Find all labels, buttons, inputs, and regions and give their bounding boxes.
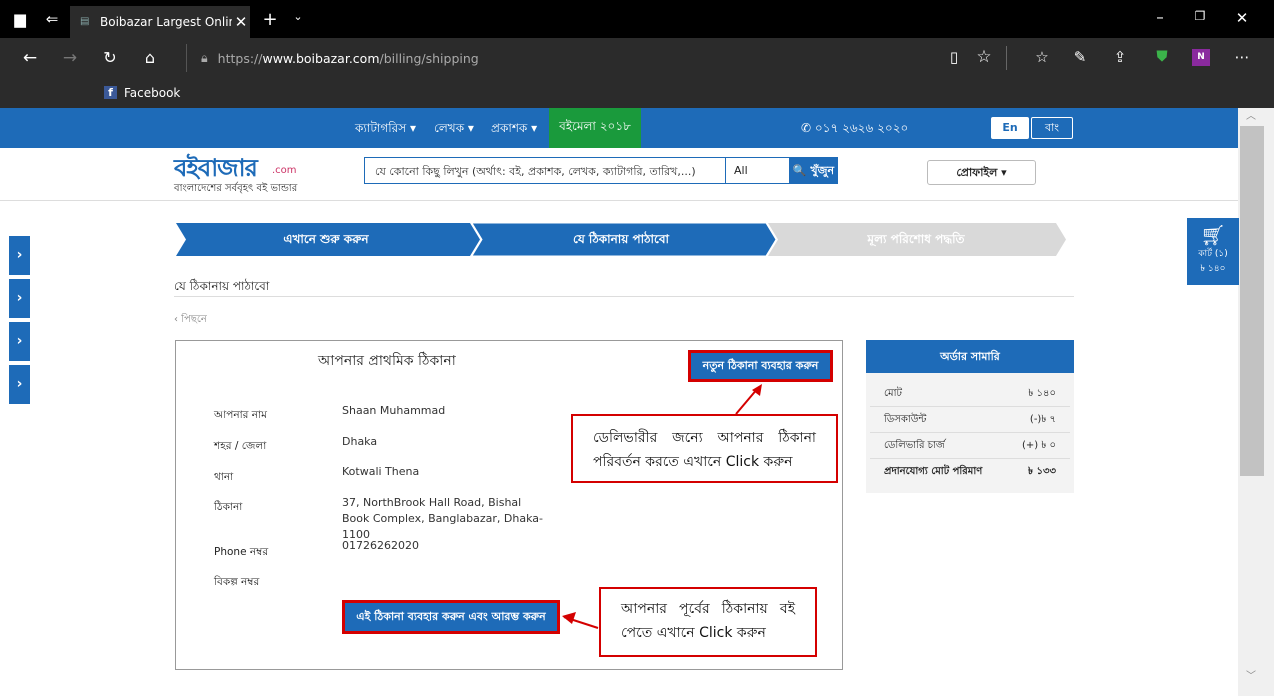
section-divider (174, 296, 1074, 297)
summary-row-delivery: ডেলিভারি চার্জ (+) ৳ ০ (870, 434, 1070, 459)
step-3-label[interactable]: মূল্য পরিশোধ পদ্ধতি (796, 223, 1036, 256)
site-tagline: বাংলাদেশের সর্ববৃহৎ বই ভান্ডার (174, 183, 298, 194)
site-favicon-icon: ▤ (80, 16, 90, 27)
search-category-select[interactable]: All (725, 157, 790, 184)
summary-row-discount: ডিসকাউন্ট (-)৳ ৭ (870, 408, 1070, 433)
site-top-nav: ক্যাটাগরিস ▾ লেখক ▾ প্রকাশক ▾ বইমেলা ২০১… (0, 108, 1238, 148)
summary-row-label: ডিসকাউন্ট (884, 413, 927, 425)
address-bar: ← → ↻ ⌂ 🔒︎ https://www.boibazar.com/bill… (0, 38, 1274, 78)
web-note-pen-icon[interactable]: ✎ (1070, 48, 1090, 66)
use-address-callout: আপনার পূর্বের ঠিকানায় বই পেতে এখানে Cli… (599, 587, 817, 657)
address-value: 37, NorthBrook Hall Road, Bishal Book Co… (342, 496, 543, 541)
close-tab-icon[interactable]: ✕ (232, 13, 250, 31)
new-tab-icon[interactable]: + (260, 9, 280, 30)
summary-row-payable: প্রদানযোগ্য মোট পরিমাণ ৳ ১৩৩ (870, 460, 1070, 485)
cart-label: কার্ট (১) (1198, 249, 1228, 259)
favorites-hub-icon[interactable]: ☆ (1032, 48, 1052, 66)
browser-tab-bar: ▆ ⇐ ▤ Boibazar Largest Online ✕ + ⌄ – ❐ … (0, 0, 1274, 38)
minimize-icon[interactable]: – (1150, 8, 1170, 26)
reading-view-icon[interactable]: ▯ (944, 48, 964, 66)
onenote-extension-icon[interactable]: N (1192, 49, 1210, 66)
step-1-label[interactable]: এখানে শুরু করুন (206, 223, 446, 256)
profile-dropdown-button[interactable]: প্রোফাইল ▾ (927, 160, 1036, 185)
summary-row-value: ৳ ১৪০ (1028, 387, 1056, 399)
more-options-icon[interactable]: ⋯ (1232, 48, 1252, 66)
side-tab-3-chevron-icon[interactable]: › (9, 322, 30, 361)
url-path: /billing/shipping (379, 50, 479, 66)
phone-value: 01726262020 (342, 539, 419, 552)
cart-amount: ৳ ১৪০ (1200, 264, 1226, 274)
lock-icon: 🔒︎ (201, 50, 208, 65)
close-window-icon[interactable]: ✕ (1232, 9, 1252, 27)
refresh-icon[interactable]: ↻ (100, 48, 120, 67)
summary-row-value: (-)৳ ৭ (1029, 413, 1056, 425)
step-2-label[interactable]: যে ঠিকানায় পাঠাবো (501, 223, 741, 256)
back-link[interactable]: ‹ পিছনে (174, 312, 207, 329)
use-this-address-button[interactable]: এই ঠিকানা ব্যবহার করুন এবং আরম্ভ করুন (342, 600, 560, 634)
lang-en-button[interactable]: En (991, 117, 1029, 139)
nav-boimela[interactable]: বইমেলা ২০১৮ (549, 108, 641, 148)
use-new-address-button[interactable]: নতুন ঠিকানা ব্যবহার করুন (688, 350, 833, 382)
summary-row-label: মোট (884, 387, 902, 399)
name-value: Shaan Muhammad (342, 404, 446, 417)
header-divider (0, 200, 1238, 201)
nav-categories[interactable]: ক্যাটাগরিস ▾ (355, 120, 416, 140)
order-summary-title: অর্ডার সামারি (866, 340, 1074, 373)
shield-extension-icon[interactable]: ⛊ (1152, 47, 1172, 65)
lang-bn-button[interactable]: বাং (1031, 117, 1073, 139)
share-icon[interactable]: ⇪ (1110, 48, 1130, 66)
restore-icon[interactable]: ❐ (1190, 9, 1210, 23)
forward-icon[interactable]: → (60, 48, 80, 68)
summary-row-total: মোট ৳ ১৪০ (870, 382, 1070, 407)
scroll-up-arrow-icon[interactable]: ︿ (1238, 108, 1264, 126)
side-tab-1-chevron-icon[interactable]: › (9, 236, 30, 275)
alt-phone-label: বিকল্প নম্বর (214, 576, 260, 588)
address-heading: আপনার প্রাথমিক ঠিকানা (318, 353, 456, 369)
thana-value: Kotwali Thena (342, 465, 420, 478)
scroll-down-arrow-icon[interactable]: ﹀ (1238, 668, 1264, 686)
url-prefix: https:// (217, 50, 263, 66)
callout-arrow-1 (735, 384, 762, 415)
summary-row-value: (+) ৳ ০ (1021, 439, 1056, 451)
name-label: আপনার নাম (214, 409, 267, 421)
summary-row-value: ৳ ১৩৩ (1028, 466, 1056, 477)
thana-label: থানা (214, 471, 234, 483)
new-address-callout: ডেলিভারীর জন্যে আপনার ঠিকানা পরিবর্তন কর… (571, 414, 838, 483)
cart-icon: 🛒︎ (1200, 223, 1226, 247)
address-label: ঠিকানা (214, 501, 243, 513)
toolbar-divider (1006, 46, 1007, 70)
facebook-icon: f (104, 86, 117, 99)
nav-phone: ✆ ০১৭ ২৬২৬ ২০২০ (801, 121, 909, 135)
scrollbar-thumb[interactable] (1240, 126, 1264, 476)
side-tab-4-chevron-icon[interactable]: › (9, 365, 30, 404)
back-icon[interactable]: ← (20, 48, 40, 68)
tab-actions-icon[interactable]: ▆ (12, 10, 28, 28)
home-icon[interactable]: ⌂ (140, 48, 160, 67)
nav-writer[interactable]: লেখক ▾ (434, 120, 474, 140)
favorites-bar: f Facebook (0, 78, 1274, 108)
city-value: Dhaka (342, 435, 378, 448)
checkout-steps: এখানে শুরু করুন যে ঠিকানায় পাঠাবো মূল্য… (176, 223, 1076, 256)
url-field[interactable]: 🔒︎ https://www.boibazar.com/billing/ship… (186, 44, 926, 72)
search-button[interactable]: 🔍 খুঁজুন (789, 157, 838, 184)
tab-title: Boibazar Largest Online (100, 15, 232, 29)
search-input[interactable]: যে কোনো কিছু লিখুন (অর্থাৎ: বই, প্রকাশক,… (364, 157, 726, 184)
phone-label: Phone নম্বর (214, 546, 269, 558)
side-tab-2-chevron-icon[interactable]: › (9, 279, 30, 318)
favorite-star-icon[interactable]: ☆ (974, 47, 994, 67)
nav-boimela-label: বইমেলা ২০১৮ (559, 119, 631, 133)
set-aside-tabs-icon[interactable]: ⇐ (42, 10, 62, 28)
cart-widget[interactable]: 🛒︎ কার্ট (১) ৳ ১৪০ (1187, 218, 1239, 285)
city-label: শহর / জেলা (214, 440, 267, 452)
page-title: যে ঠিকানায় পাঠাবো (174, 279, 270, 293)
summary-row-label: প্রদানযোগ্য মোট পরিমাণ (884, 466, 983, 477)
nav-publisher[interactable]: প্রকাশক ▾ (491, 120, 537, 140)
url-domain: www.boibazar.com (262, 50, 380, 66)
summary-row-label: ডেলিভারি চার্জ (884, 439, 945, 451)
tab-list-chevron-icon[interactable]: ⌄ (288, 10, 308, 23)
site-logo-suffix: .com (272, 165, 297, 176)
browser-tab[interactable]: ▤ Boibazar Largest Online ✕ (70, 6, 250, 38)
favorite-facebook-link[interactable]: Facebook (124, 86, 180, 100)
